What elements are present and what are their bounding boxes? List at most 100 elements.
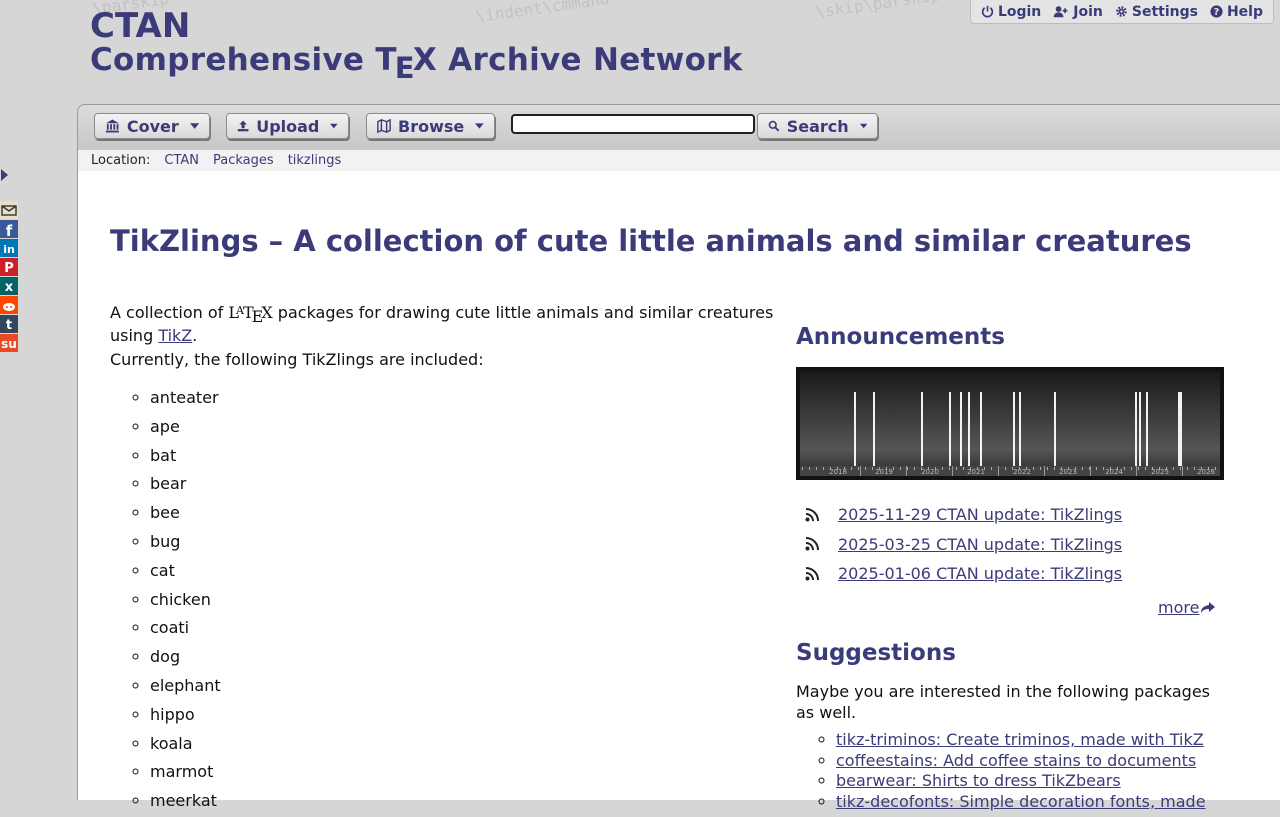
login-link[interactable]: Login <box>981 4 1041 20</box>
suggestion-link[interactable]: tikz-decofonts: Simple decoration fonts,… <box>836 792 1206 811</box>
breadcrumb-item-ctan[interactable]: CTAN <box>164 153 199 168</box>
latex-logo: LATEX <box>228 303 273 326</box>
timeline-tick <box>802 467 803 470</box>
suggestion-link[interactable]: tikz-triminos: Create triminos, made wit… <box>836 730 1204 749</box>
timeline-tick <box>816 467 817 470</box>
rss-icon <box>805 537 819 551</box>
browse-label: Browse <box>398 116 465 136</box>
timeline-year-label: 2020 <box>921 468 939 476</box>
share-arrow-icon <box>1201 601 1216 613</box>
list-item: 2025-01-06 CTAN update: TikZlings <box>796 559 1122 589</box>
timeline-mark <box>873 392 875 466</box>
map-icon <box>377 118 391 134</box>
timeline-tick <box>900 467 901 470</box>
site-brand[interactable]: CTAN Comprehensive TEX Archive Network <box>90 8 743 84</box>
caret-down-icon <box>475 123 484 129</box>
page-title: TikZlings – A collection of cute little … <box>110 224 1192 258</box>
settings-link[interactable]: Settings <box>1115 4 1198 20</box>
timeline-year-separator <box>1182 466 1183 476</box>
more-announcements-link[interactable]: more <box>1158 598 1216 617</box>
timeline-tick <box>851 467 852 470</box>
rss-icon <box>805 507 819 522</box>
timeline-mark <box>1135 392 1137 466</box>
reddit-icon[interactable] <box>0 296 18 314</box>
list-item: 2025-11-29 CTAN update: TikZlings <box>796 500 1122 530</box>
search-label: Search <box>786 116 849 136</box>
cover-button[interactable]: Cover <box>94 113 210 139</box>
upload-icon <box>237 120 249 132</box>
breadcrumb-item-tikzlings[interactable]: tikzlings <box>288 153 342 168</box>
timeline-mark <box>1019 392 1021 466</box>
timeline-tick <box>1138 467 1139 470</box>
email-icon[interactable] <box>0 201 18 219</box>
package-description: A collection of LATEX packages for drawi… <box>110 303 774 345</box>
suggestions-intro: Maybe you are interested in the followin… <box>796 682 1210 722</box>
breadcrumb-item-packages[interactable]: Packages <box>213 153 274 168</box>
main-nav: Cover Upload Browse Search <box>77 104 1280 151</box>
timeline-tick <box>1082 467 1083 470</box>
list-item: marmot <box>150 759 221 788</box>
suggestion-link[interactable]: bearwear: Shirts to dress TikZbears <box>836 771 1121 790</box>
list-item: cat <box>150 558 221 587</box>
linkedin-icon[interactable]: in <box>0 239 18 257</box>
list-item: koala <box>150 731 221 760</box>
list-item: bug <box>150 529 221 558</box>
announcement-timeline[interactable]: 2018 2019 2020 2021 2022 2023 2024 2025 2026 <box>796 367 1224 480</box>
search-input[interactable] <box>511 114 755 134</box>
timeline-tick <box>1187 467 1188 470</box>
timeline-tick <box>963 467 964 470</box>
timeline-mark <box>1178 392 1180 466</box>
timeline-tick <box>1194 467 1195 470</box>
timeline-tick <box>1131 467 1132 470</box>
gear-icon <box>1116 6 1127 17</box>
timeline-mark <box>1139 392 1141 466</box>
animal-list: anteater ape bat bear bee bug cat chicke… <box>110 385 221 817</box>
timeline-tick <box>1103 467 1104 470</box>
timeline-mark <box>854 392 856 466</box>
bank-icon <box>105 119 119 133</box>
top-menu: Login Join Settings ? Help <box>969 0 1274 24</box>
timeline-mark <box>921 392 923 466</box>
stumbleupon-icon[interactable]: su <box>0 334 18 352</box>
tikz-link[interactable]: TikZ <box>158 326 192 345</box>
timeline-mark <box>949 392 951 466</box>
svg-text:in: in <box>3 243 15 256</box>
timeline-tick <box>1047 467 1048 470</box>
list-item: meerkat <box>150 788 221 817</box>
timeline-year-label: 2019 <box>875 468 893 476</box>
timeline-tick <box>858 467 859 470</box>
user-plus-icon <box>1053 6 1068 18</box>
announcement-link[interactable]: 2025-01-06 CTAN update: TikZlings <box>838 564 1122 583</box>
facebook-icon[interactable]: f <box>0 220 18 240</box>
list-item: anteater <box>150 385 221 414</box>
list-item: dog <box>150 644 221 673</box>
suggestion-link[interactable]: coffeestains: Add coffee stains to docum… <box>836 751 1196 770</box>
announcements-heading: Announcements <box>796 324 1005 350</box>
question-icon: ? <box>1210 5 1223 18</box>
expand-arrow-icon[interactable] <box>1 169 9 181</box>
join-link[interactable]: Join <box>1053 4 1103 20</box>
timeline-year-label: 2021 <box>967 468 985 476</box>
browse-button[interactable]: Browse <box>366 113 495 139</box>
timeline-tick <box>914 467 915 470</box>
tumblr-icon[interactable]: t <box>0 315 18 333</box>
help-link[interactable]: ? Help <box>1210 4 1263 20</box>
timeline-year-label: 2018 <box>829 468 847 476</box>
included-intro: Currently, the following TikZlings are i… <box>110 350 484 369</box>
timeline-mark <box>960 392 962 466</box>
upload-button[interactable]: Upload <box>226 113 349 139</box>
list-item: bearwear: Shirts to dress TikZbears <box>836 771 1206 792</box>
search-button[interactable]: Search <box>757 113 878 139</box>
timeline-year-separator <box>906 466 907 476</box>
announcement-link[interactable]: 2025-03-25 CTAN update: TikZlings <box>838 535 1122 554</box>
pinterest-icon[interactable]: P <box>0 258 18 276</box>
timeline-tick <box>991 467 992 470</box>
timeline-tick <box>809 467 810 470</box>
timeline-tick <box>1180 467 1181 470</box>
announcement-link[interactable]: 2025-11-29 CTAN update: TikZlings <box>838 505 1122 524</box>
xing-icon[interactable]: x <box>0 277 18 295</box>
timeline-year-label: 2024 <box>1105 468 1123 476</box>
list-item: coffeestains: Add coffee stains to docum… <box>836 751 1206 772</box>
timeline-mark <box>1180 392 1182 466</box>
svg-text:?: ? <box>1214 7 1220 18</box>
